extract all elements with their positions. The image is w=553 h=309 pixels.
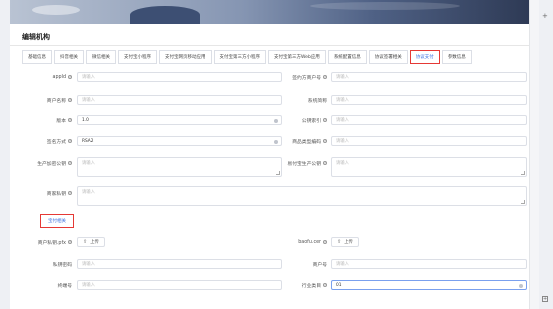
tab-agreement-sign[interactable]: 协议签署相关 xyxy=(368,50,408,64)
sign-method-label: 签名方式? xyxy=(46,139,72,145)
help-icon: ? xyxy=(323,161,327,165)
help-icon: ? xyxy=(323,75,327,79)
prod-pubkey-label: 生产加密公钥? xyxy=(37,161,72,167)
help-icon: ? xyxy=(68,191,72,195)
resize-handle[interactable] xyxy=(521,200,525,204)
private-pwd-input[interactable]: 请输入 xyxy=(77,259,282,269)
divider xyxy=(10,45,529,46)
help-icon: ? xyxy=(68,161,72,165)
tab-basic-info[interactable]: 基础信息 xyxy=(22,50,52,64)
system-short-input[interactable]: 请输入 xyxy=(331,95,527,105)
sign-method-value: RSA2 xyxy=(82,138,94,144)
merchant-privkey-label: 商家私钥? xyxy=(46,191,72,197)
pubkey-index-label: 公钥索引? xyxy=(301,118,327,124)
tab-alipay-third-miniapp[interactable]: 支付宝第三方小程序 xyxy=(213,50,266,64)
tab-wechat[interactable]: 微信相关 xyxy=(86,50,116,64)
pfx-label: 商户私钥.pfx? xyxy=(37,240,72,246)
upload-icon: ⇪ xyxy=(337,239,342,245)
cer-label: baofu.cer? xyxy=(298,239,327,245)
help-icon: ? xyxy=(323,240,327,244)
banner-decoration xyxy=(130,6,200,24)
terminal-id-label: 终端号 xyxy=(57,283,72,289)
tab-douyin[interactable]: 抖音相关 xyxy=(54,50,84,64)
clear-icon[interactable] xyxy=(519,283,523,288)
private-pwd-label: 私钥密码 xyxy=(52,262,72,268)
terminal-id-input[interactable]: 请输入 xyxy=(77,280,282,290)
cer-upload-label: 上传 xyxy=(344,240,353,245)
help-icon: ? xyxy=(68,118,72,122)
upload-icon: ⇪ xyxy=(83,239,88,245)
pay-pubkey-label: 易付宝生产公钥? xyxy=(287,161,327,167)
appid-input[interactable]: 请输入 xyxy=(77,72,282,82)
header-banner xyxy=(10,0,529,24)
sign-method-input[interactable]: RSA2 xyxy=(77,136,282,146)
product-code-label: 商品类型编码? xyxy=(292,139,327,145)
banner-decoration xyxy=(32,5,80,15)
merchant-privkey-placeholder: 请输入 xyxy=(82,190,95,195)
help-icon: ? xyxy=(68,75,72,79)
cer-upload-button[interactable]: ⇪ 上传 xyxy=(331,237,359,247)
banner-decoration xyxy=(310,2,460,10)
industry-label: 行业类目? xyxy=(301,283,327,289)
merchant-no-label: 签约方商户号? xyxy=(292,75,327,81)
help-icon: ? xyxy=(68,98,72,102)
system-short-label: 系统简称 xyxy=(307,98,327,104)
resize-handle[interactable] xyxy=(521,171,525,175)
merchant-privkey-textarea[interactable]: 请输入 xyxy=(77,186,527,206)
page-title: 编辑机构 xyxy=(22,33,50,41)
help-icon: ? xyxy=(68,139,72,143)
tab-alipay-third-web[interactable]: 支付宝第三方Web应用 xyxy=(268,50,326,64)
help-icon: ? xyxy=(323,139,327,143)
merchant-id-label: 商户号 xyxy=(312,262,327,268)
tab-params[interactable]: 参数信息 xyxy=(441,50,472,64)
industry-value: 01 xyxy=(336,282,342,288)
appid-label: appId? xyxy=(52,74,72,80)
tab-alipay-miniapp[interactable]: 支付宝小程序 xyxy=(118,50,157,64)
prod-pubkey-textarea[interactable]: 请输入 xyxy=(77,157,282,177)
merchant-name-label: 商户名称? xyxy=(46,98,72,104)
pay-pubkey-placeholder: 请输入 xyxy=(336,161,349,166)
tab-bar: 基础信息 抖音相关 微信相关 支付宝小程序 支付宝网页移动应用 支付宝第三方小程… xyxy=(22,50,474,64)
expand-icon[interactable]: + xyxy=(542,296,548,302)
pfx-upload-button[interactable]: ⇪ 上传 xyxy=(77,237,105,247)
version-input[interactable]: 1.0 xyxy=(77,115,282,125)
industry-input[interactable]: 01 xyxy=(331,280,527,290)
help-icon: ? xyxy=(323,283,327,287)
edit-panel: 编辑机构 基础信息 抖音相关 微信相关 支付宝小程序 支付宝网页移动应用 支付宝… xyxy=(10,24,529,309)
merchant-no-input[interactable]: 请输入 xyxy=(331,72,527,82)
prod-pubkey-placeholder: 请输入 xyxy=(82,161,95,166)
resize-handle[interactable] xyxy=(276,171,280,175)
plus-icon[interactable]: + xyxy=(542,12,548,20)
help-icon: ? xyxy=(68,240,72,244)
merchant-id-input[interactable]: 请输入 xyxy=(331,259,527,269)
pubkey-index-input[interactable]: 请输入 xyxy=(331,115,527,125)
scrollbar[interactable] xyxy=(529,0,539,309)
merchant-name-input[interactable]: 请输入 xyxy=(77,95,282,105)
pay-pubkey-textarea[interactable]: 请输入 xyxy=(331,157,527,177)
product-code-input[interactable]: 请输入 xyxy=(331,136,527,146)
tab-system-config[interactable]: 系统配置信息 xyxy=(327,50,367,64)
section-baofu: 宝付相关 xyxy=(40,214,74,228)
version-value: 1.0 xyxy=(82,117,89,123)
pfx-upload-label: 上传 xyxy=(90,240,99,245)
version-label: 版本? xyxy=(56,118,72,124)
tab-alipay-web-mobile[interactable]: 支付宝网页移动应用 xyxy=(159,50,212,64)
help-icon: ? xyxy=(323,118,327,122)
tab-agreement-pay[interactable]: 协议支付 xyxy=(409,50,440,64)
